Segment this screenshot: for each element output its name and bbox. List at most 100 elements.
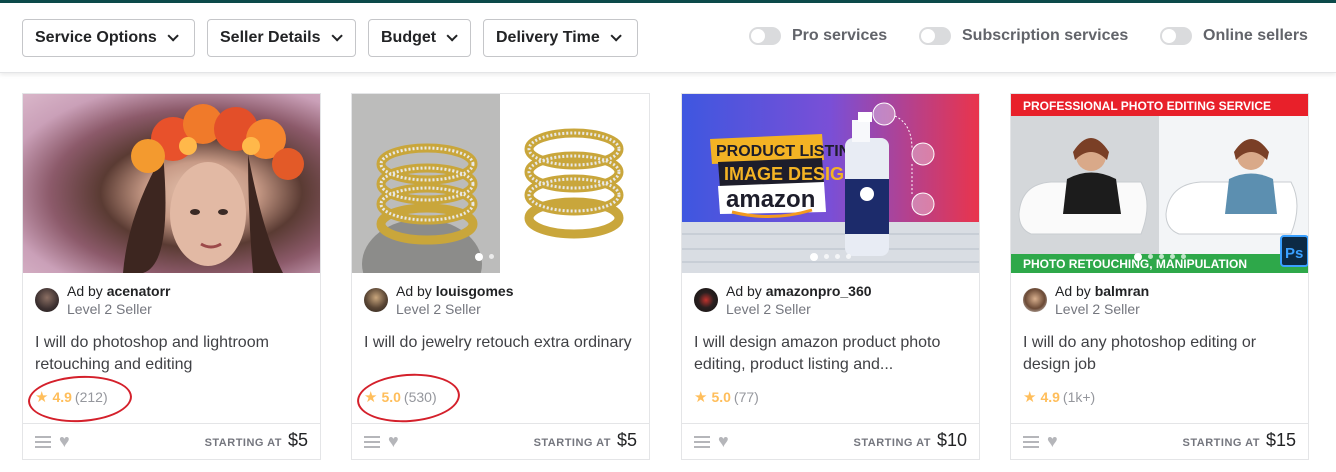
carousel-dot[interactable] — [846, 254, 851, 259]
jewelry-image — [352, 94, 649, 273]
toggle-label: Subscription services — [962, 27, 1129, 44]
carousel-dots[interactable] — [352, 253, 649, 261]
carousel-dot[interactable] — [1147, 254, 1153, 259]
gig-card[interactable]: PROFESSIONAL PHOTO EDITING SERVICE PHOTO… — [1010, 93, 1309, 460]
heart-icon[interactable]: ♥ — [718, 432, 729, 450]
carousel-dot[interactable] — [824, 254, 829, 259]
carousel-dot[interactable] — [1133, 253, 1142, 261]
carousel-dot[interactable] — [474, 253, 483, 261]
list-icon[interactable] — [364, 436, 380, 448]
dropdown-label: Seller Details — [220, 29, 321, 46]
seller-info: Ad by amazonpro_360 Level 2 Seller — [694, 282, 872, 318]
avatar[interactable] — [694, 288, 718, 312]
heart-icon[interactable]: ♥ — [1047, 432, 1058, 450]
pro-services-toggle[interactable]: Pro services — [749, 27, 887, 45]
dropdown-label: Budget — [381, 29, 437, 46]
photo-editing-image: PROFESSIONAL PHOTO EDITING SERVICE PHOTO… — [1011, 94, 1308, 273]
starting-at-label: STARTING AT — [204, 437, 282, 449]
gig-rating: ★ 4.9 (1k+) — [1023, 388, 1095, 406]
seller-line: Ad by acenatorr — [67, 282, 171, 300]
amazon-product-image: PRODUCT LISTING IMAGE DESIGN amazon — [682, 102, 979, 273]
thumb-text: IMAGE DESIGN — [724, 164, 857, 184]
seller-line: Ad by louisgomes — [396, 282, 514, 300]
price: $5 — [616, 430, 637, 450]
chevron-down-icon — [610, 30, 622, 42]
dropdown-label: Delivery Time — [496, 29, 600, 46]
gig-title[interactable]: I will do jewelry retouch extra ordinary — [364, 332, 639, 354]
price: $10 — [936, 430, 967, 450]
rating-score: 5.0 — [711, 389, 731, 405]
carousel-dot[interactable] — [510, 254, 516, 259]
list-icon[interactable] — [1023, 436, 1039, 448]
avatar[interactable] — [1023, 288, 1047, 312]
toggle-switch[interactable] — [749, 27, 781, 45]
toggle-label: Online sellers — [1203, 27, 1308, 44]
seller-name[interactable]: louisgomes — [436, 283, 514, 299]
heart-icon[interactable]: ♥ — [388, 432, 399, 450]
subscription-services-toggle[interactable]: Subscription services — [919, 27, 1128, 45]
avatar[interactable] — [35, 288, 59, 312]
price-info: STARTING AT $10 — [854, 430, 967, 451]
list-icon[interactable] — [35, 436, 51, 448]
carousel-dots[interactable] — [1011, 253, 1308, 261]
gig-thumbnail[interactable]: PRODUCT LISTING IMAGE DESIGN amazon — [682, 94, 979, 273]
ad-prefix: Ad by — [396, 283, 436, 299]
rating-count: (1k+) — [1062, 389, 1096, 405]
seller-name[interactable]: balmran — [1095, 283, 1149, 299]
carousel-dot[interactable] — [1158, 254, 1164, 259]
avatar[interactable] — [364, 288, 388, 312]
card-footer: ♥ STARTING AT $5 — [23, 423, 320, 460]
chevron-down-icon — [330, 30, 343, 42]
gig-thumbnail[interactable] — [352, 94, 649, 273]
ad-prefix: Ad by — [1055, 283, 1095, 299]
delivery-time-dropdown[interactable]: Delivery Time — [483, 19, 638, 57]
toggle-switch[interactable] — [919, 27, 951, 45]
thumb-text: amazon — [726, 186, 815, 213]
thumb-text: PRODUCT LISTING — [716, 143, 863, 160]
star-icon: ★ — [1023, 389, 1037, 406]
portrait-image — [123, 104, 304, 273]
gig-thumbnail[interactable]: PROFESSIONAL PHOTO EDITING SERVICE PHOTO… — [1011, 94, 1308, 273]
seller-name[interactable]: acenatorr — [107, 283, 171, 299]
star-icon: ★ — [694, 389, 708, 406]
budget-dropdown[interactable]: Budget — [368, 19, 471, 57]
gig-thumbnail[interactable] — [23, 94, 320, 273]
carousel-dots[interactable] — [682, 253, 979, 261]
online-sellers-toggle[interactable]: Online sellers — [1160, 27, 1308, 45]
card-footer: ♥ STARTING AT $10 — [682, 423, 979, 460]
gig-title[interactable]: I will do photoshop and lightroom retouc… — [35, 332, 310, 376]
starting-at-label: STARTING AT — [1182, 437, 1260, 449]
seller-level: Level 2 Seller — [726, 301, 811, 317]
carousel-dot[interactable] — [521, 254, 527, 259]
starting-at-label: STARTING AT — [533, 437, 611, 449]
service-options-dropdown[interactable]: Service Options — [22, 19, 195, 57]
ad-prefix: Ad by — [67, 283, 107, 299]
toggle-switch[interactable] — [1160, 27, 1192, 45]
gig-title[interactable]: I will do any photoshop editing or desig… — [1023, 332, 1298, 376]
seller-name[interactable]: amazonpro_360 — [766, 283, 872, 299]
seller-details-dropdown[interactable]: Seller Details — [207, 19, 356, 57]
carousel-dot[interactable] — [499, 254, 505, 259]
rating-score: 4.9 — [1040, 389, 1060, 405]
carousel-dot[interactable] — [488, 254, 494, 259]
gig-card[interactable]: PRODUCT LISTING IMAGE DESIGN amazon Ad b… — [681, 93, 980, 460]
seller-line: Ad by balmran — [1055, 282, 1149, 300]
toggle-label: Pro services — [792, 27, 888, 44]
gig-rating: ★ 5.0 (77) — [694, 388, 759, 406]
price: $15 — [1265, 430, 1296, 450]
gig-title[interactable]: I will design amazon product photo editi… — [694, 332, 969, 376]
carousel-dot[interactable] — [1169, 254, 1175, 259]
price: $5 — [287, 430, 308, 450]
carousel-dot[interactable] — [1180, 254, 1186, 259]
heart-icon[interactable]: ♥ — [59, 432, 70, 450]
rating-count: (77) — [733, 389, 759, 405]
seller-level: Level 2 Seller — [396, 301, 481, 317]
carousel-dot[interactable] — [810, 253, 818, 261]
price-info: STARTING AT $5 — [534, 430, 637, 451]
list-icon[interactable] — [694, 436, 710, 448]
carousel-dot[interactable] — [835, 254, 840, 259]
seller-info: Ad by louisgomes Level 2 Seller — [364, 282, 514, 318]
card-footer: ♥ STARTING AT $5 — [352, 423, 649, 460]
card-footer: ♥ STARTING AT $15 — [1011, 423, 1308, 460]
seller-line: Ad by amazonpro_360 — [726, 282, 872, 300]
